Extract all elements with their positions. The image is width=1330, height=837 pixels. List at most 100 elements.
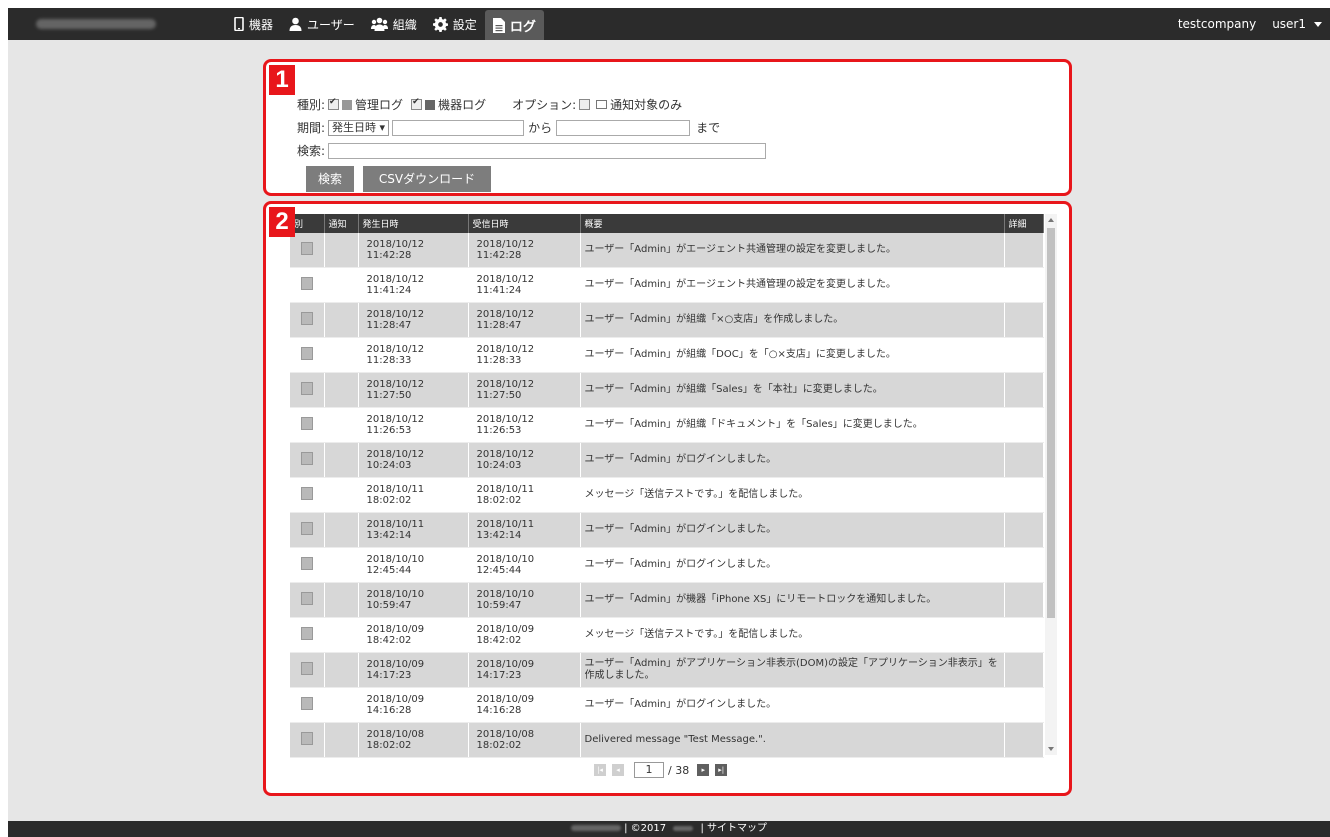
device-log-checkbox[interactable]: [411, 97, 423, 110]
occurred-time: 14:16:28: [366, 705, 412, 716]
col-header-occurred[interactable]: 発生日時: [358, 214, 469, 233]
admin-log-checkbox[interactable]: [328, 97, 340, 110]
nav-item-devices[interactable]: 機器: [226, 8, 281, 40]
table-row[interactable]: 2018/10/09 18:42:02 2018/10/09 18:42:02 メッセー…: [290, 617, 1044, 653]
received-cell: 2018/10/12 11:27:50: [468, 372, 581, 408]
occurred-time: 11:42:28: [366, 250, 412, 261]
summary-cell: ユーザー「Admin」が組織「×○支店」を作成しました。: [580, 302, 1005, 338]
received-date: 2018/10/10: [476, 589, 535, 600]
table-row[interactable]: 2018/10/11 18:02:02 2018/10/11 18:02:02 メッセー…: [290, 477, 1044, 513]
col-header-type[interactable]: 別: [290, 214, 325, 233]
next-page-button[interactable]: ▸: [697, 764, 710, 776]
occurred-cell: 2018/10/09 14:16:28: [358, 687, 469, 723]
prev-page-button[interactable]: ◂: [612, 764, 624, 776]
received-cell: 2018/10/11 13:42:14: [468, 512, 581, 548]
detail-cell[interactable]: [1004, 512, 1044, 548]
admin-log-icon: [300, 627, 313, 640]
detail-cell[interactable]: [1004, 372, 1044, 408]
period-label: 期間:: [297, 121, 326, 135]
received-time: 18:42:02: [476, 635, 522, 646]
phone-icon: [234, 17, 244, 31]
received-time: 11:28:47: [476, 320, 522, 331]
occurred-cell: 2018/10/12 11:28:47: [358, 302, 469, 338]
page-number-input[interactable]: 1: [634, 762, 664, 778]
col-header-detail[interactable]: 詳細: [1004, 214, 1044, 233]
footer-sitemap-link[interactable]: | サイトマップ: [701, 823, 768, 834]
footer-company-short: [673, 825, 694, 831]
detail-cell[interactable]: [1004, 233, 1044, 268]
col-header-received[interactable]: 受信日時: [468, 214, 581, 233]
detail-cell[interactable]: [1004, 722, 1044, 758]
table-row[interactable]: 2018/10/12 11:26:53 2018/10/12 11:26:53 ユーザー…: [290, 407, 1044, 443]
table-row[interactable]: 2018/10/10 12:45:44 2018/10/10 12:45:44 ユーザー…: [290, 547, 1044, 583]
detail-cell[interactable]: [1004, 547, 1044, 583]
occurred-date: 2018/10/09: [366, 659, 425, 670]
document-icon: [492, 17, 505, 33]
type-cell: [290, 442, 325, 478]
col-header-notify[interactable]: 通知: [324, 214, 359, 233]
occurred-date: 2018/10/11: [366, 519, 425, 530]
table-row[interactable]: 2018/10/10 10:59:47 2018/10/10 10:59:47 ユーザー…: [290, 582, 1044, 618]
table-row[interactable]: 2018/10/09 14:17:23 2018/10/09 14:17:23 ユーザー…: [290, 652, 1044, 688]
nav-item-settings[interactable]: 設定: [425, 8, 485, 40]
search-input[interactable]: [328, 142, 767, 159]
detail-cell[interactable]: [1004, 582, 1044, 618]
main-nav: 機器 ユーザー 組織 設定 ログ: [226, 8, 544, 40]
detail-cell[interactable]: [1004, 337, 1044, 373]
occurred-time: 18:02:02: [366, 495, 412, 506]
detail-cell[interactable]: [1004, 652, 1044, 688]
search-button[interactable]: 検索: [306, 166, 354, 192]
nav-item-users[interactable]: ユーザー: [281, 8, 363, 40]
table-scrollbar[interactable]: [1045, 214, 1057, 755]
nav-item-organizations[interactable]: 組織: [363, 8, 425, 40]
device-log-label: 機器ログ: [438, 98, 487, 112]
first-page-button[interactable]: |◂: [594, 764, 606, 776]
period-to-input[interactable]: [556, 119, 691, 136]
detail-cell[interactable]: [1004, 442, 1044, 478]
scroll-down-icon[interactable]: [1048, 747, 1054, 751]
type-cell: [290, 407, 325, 443]
detail-cell[interactable]: [1004, 267, 1044, 303]
summary-cell: Delivered message "Test Message.".: [580, 722, 1005, 758]
notify-cell: [324, 337, 359, 373]
csv-download-button[interactable]: CSVダウンロード: [363, 166, 491, 192]
table-row[interactable]: 2018/10/12 11:41:24 2018/10/12 11:41:24 ユーザー…: [290, 267, 1044, 303]
table-row[interactable]: 2018/10/09 14:16:28 2018/10/09 14:16:28 ユーザー…: [290, 687, 1044, 723]
occurred-date: 2018/10/09: [366, 694, 425, 705]
user-menu[interactable]: testcompany user1: [1162, 8, 1322, 40]
type-cell: [290, 512, 325, 548]
notify-cell: [324, 687, 359, 723]
detail-cell[interactable]: [1004, 407, 1044, 443]
period-from-input[interactable]: [392, 119, 525, 136]
detail-cell[interactable]: [1004, 617, 1044, 653]
period-select[interactable]: 発生日時 ▾: [328, 119, 390, 136]
summary-cell: ユーザー「Admin」がログインしました。: [580, 547, 1005, 583]
table-row[interactable]: 2018/10/12 11:42:28 2018/10/12 11:42:28 ユーザー…: [290, 233, 1044, 268]
occurred-date: 2018/10/12: [366, 239, 425, 250]
last-page-button[interactable]: ▸|: [715, 764, 728, 776]
notify-only-checkbox[interactable]: [579, 99, 591, 110]
occurred-date: 2018/10/12: [366, 449, 425, 460]
detail-cell[interactable]: [1004, 477, 1044, 513]
detail-cell[interactable]: [1004, 687, 1044, 723]
detail-cell[interactable]: [1004, 302, 1044, 338]
table-row[interactable]: 2018/10/12 11:27:50 2018/10/12 11:27:50 ユーザー…: [290, 372, 1044, 408]
received-cell: 2018/10/12 11:28:47: [468, 302, 581, 338]
table-row[interactable]: 2018/10/12 11:28:33 2018/10/12 11:28:33 ユーザー…: [290, 337, 1044, 373]
table-row[interactable]: 2018/10/12 10:24:03 2018/10/12 10:24:03 ユーザー…: [290, 442, 1044, 478]
table-header-row: 別 通知 発生日時 受信日時 概要 詳細: [290, 214, 1044, 233]
received-time: 12:45:44: [476, 565, 522, 576]
scroll-up-icon[interactable]: [1048, 218, 1054, 222]
table-row[interactable]: 2018/10/12 11:28:47 2018/10/12 11:28:47 ユーザー…: [290, 302, 1044, 338]
col-header-summary[interactable]: 概要: [580, 214, 1005, 233]
nav-item-logs[interactable]: ログ: [484, 10, 544, 40]
received-date: 2018/10/11: [476, 519, 535, 530]
table-row[interactable]: 2018/10/08 18:02:02 2018/10/08 18:02:02 Deli…: [290, 722, 1044, 758]
occurred-cell: 2018/10/09 18:42:02: [358, 617, 469, 653]
scrollbar-thumb[interactable]: [1047, 228, 1055, 618]
admin-log-icon: [300, 522, 313, 535]
footer: | ©2017 | サイトマップ: [8, 821, 1330, 837]
occurred-cell: 2018/10/12 11:26:53: [358, 407, 469, 443]
period-filter-row: 期間: 発生日時 ▾ から まで: [297, 119, 720, 136]
table-row[interactable]: 2018/10/11 13:42:14 2018/10/11 13:42:14 ユーザー…: [290, 512, 1044, 548]
